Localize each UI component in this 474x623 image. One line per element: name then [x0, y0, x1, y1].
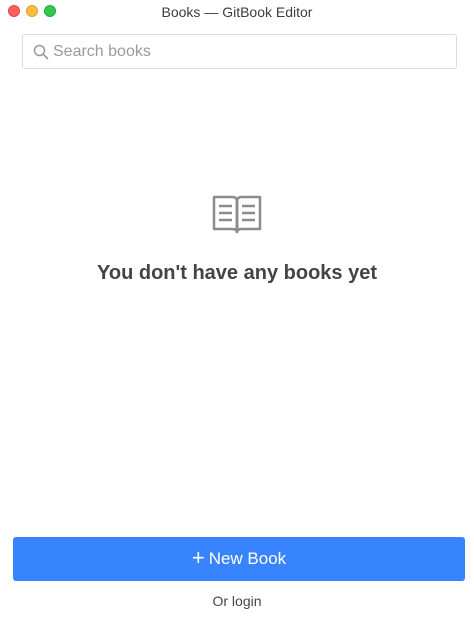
- open-book-icon: [212, 195, 262, 234]
- title-bar: Books — GitBook Editor: [0, 0, 474, 24]
- plus-icon: +: [191, 545, 205, 570]
- app-window: Books — GitBook Editor You don't have an…: [0, 0, 474, 623]
- search-icon: [33, 44, 49, 60]
- empty-state-message: You don't have any books yet: [97, 262, 377, 284]
- new-book-label: New Book: [208, 549, 287, 568]
- search-box[interactable]: [22, 34, 457, 69]
- window-title: Books — GitBook Editor: [161, 4, 313, 20]
- new-book-button[interactable]: + New Book: [13, 537, 465, 581]
- search-input[interactable]: [53, 35, 453, 68]
- login-link[interactable]: Or login: [0, 593, 474, 609]
